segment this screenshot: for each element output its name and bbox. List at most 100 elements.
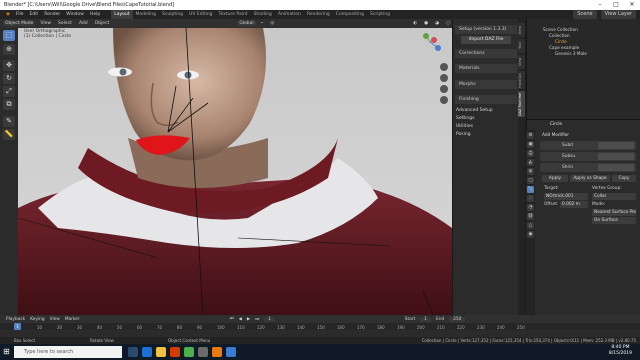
render-props-icon[interactable]: ▣ [527,141,534,148]
menu-window[interactable]: Window [63,10,87,19]
section-settings[interactable]: Settings [456,115,516,123]
scale-icon[interactable]: ⤢ [3,86,15,97]
move-icon[interactable]: ✥ [3,60,15,71]
proportional-edit-icon[interactable]: ◎ [268,21,276,26]
annotate-icon[interactable]: ✎ [3,116,15,127]
modifier-row[interactable]: Subsu [540,152,636,161]
jump-start-icon[interactable]: ⏮ [230,317,234,322]
modifier-toggles[interactable] [598,164,634,171]
character-render[interactable] [18,28,452,315]
shading-solid-icon[interactable]: ● [422,21,430,26]
add-modifier-dropdown[interactable]: Add Modifier [542,132,569,139]
modifier-props-icon[interactable]: 🔧 [527,186,534,193]
target-field[interactable]: NOrtrick.001 [544,193,588,200]
rotate-icon[interactable]: ↻ [3,73,15,84]
viewport-menu-add[interactable]: Add [77,21,90,26]
end-frame-field[interactable]: 250 [449,316,466,322]
surface-dropdown-field[interactable]: On Surface [592,217,636,224]
timeline-menu-playback[interactable]: Playback [6,317,25,322]
orientation-dropdown[interactable]: Global [237,21,256,26]
current-frame-field[interactable]: 1 [264,316,275,322]
mode-dropdown[interactable]: Object Mode [3,21,36,26]
blender-logo-icon[interactable]: ◉ [3,10,13,19]
timeline-menu-keying[interactable]: Keying [30,317,44,322]
timeline-menu-marker[interactable]: Marker [65,317,80,322]
task-view-icon[interactable] [128,347,138,357]
viewport-menu-object[interactable]: Object [93,21,112,26]
tab-sculpting[interactable]: Sculpting [159,10,186,19]
chrome-icon[interactable] [184,347,194,357]
taskbar-search-input[interactable]: Type here to search [14,346,122,358]
modifier-name[interactable]: Subsu [562,153,575,160]
snap-icon[interactable]: ⌁ [259,21,266,26]
playhead[interactable]: 1 [14,323,21,330]
tab-item[interactable]: Item [518,23,525,37]
play-reverse-icon[interactable]: ◀ [239,317,242,322]
tab-texture-paint[interactable]: Texture Paint [216,10,251,19]
section-corrections[interactable]: Corrections [455,49,517,58]
modifier-name[interactable]: Shrin [562,164,573,171]
data-props-icon[interactable]: △ [527,222,534,229]
setup-panel-header[interactable]: Setup (version 1.3.3) [455,25,517,34]
tab-modeling[interactable]: Modeling [133,10,159,19]
shading-material-icon[interactable]: ◕ [433,21,441,26]
measure-icon[interactable]: 📏 [3,129,15,140]
windows-start-icon[interactable]: ⊞ [3,347,10,356]
apply-as-shape-button[interactable]: Apply as Shape [570,175,610,182]
edge-icon[interactable] [142,347,152,357]
material-props-icon[interactable]: ◉ [527,231,534,238]
section-posing[interactable]: Posing [456,131,516,139]
play-icon[interactable]: ▶ [247,317,250,322]
store-icon[interactable] [198,347,208,357]
overlay-icon[interactable]: ◐ [411,21,419,26]
3d-viewport[interactable] [18,28,452,315]
transform-icon[interactable]: ⧉ [3,99,15,110]
tab-layout[interactable]: Layout [111,10,133,19]
viewport-menu-select[interactable]: Select [56,21,74,26]
menu-file[interactable]: File [13,10,27,19]
object-props-icon[interactable]: ▢ [527,177,534,184]
copy-button[interactable]: Copy [612,175,636,182]
jump-end-icon[interactable]: ⏭ [255,317,259,322]
timeline-menu-view[interactable]: View [50,317,60,322]
section-materials[interactable]: Materials [455,64,517,73]
menu-help[interactable]: Help [87,10,103,19]
modifier-toggles[interactable] [598,142,634,149]
vertex-group-field[interactable]: Collar [592,193,636,200]
app-icon[interactable] [226,347,236,357]
tab-shading[interactable]: Shading [251,10,275,19]
modifier-row[interactable]: Shrin [540,163,636,172]
mode-dropdown-field[interactable]: Nearest Surface Point [592,209,636,216]
offset-field[interactable]: 0.002 m [560,201,588,208]
outliner-row-genesis[interactable]: Genesis 3 Male [555,51,587,57]
maximize-icon[interactable]: □ [608,0,624,10]
viewport-menu-view[interactable]: View [38,21,53,26]
tab-tool[interactable]: Tool [518,39,525,53]
menu-render[interactable]: Render [41,10,63,19]
minimize-icon[interactable]: – [592,0,608,10]
tool-props-icon[interactable]: ⚙ [527,132,534,139]
import-daz-button[interactable]: Import DAZ File [461,36,511,44]
constraints-props-icon[interactable]: ⛓ [527,213,534,220]
tab-view[interactable]: View [518,55,525,69]
cursor-icon[interactable]: ⊕ [3,44,15,55]
section-utilities[interactable]: Utilities [456,123,516,131]
tab-uv-editing[interactable]: UV Editing [186,10,215,19]
world-props-icon[interactable]: ◍ [527,168,534,175]
office-icon[interactable] [170,347,180,357]
tab-hardops[interactable]: HardOps [518,71,525,89]
tab-animation[interactable]: Animation [275,10,304,19]
particles-props-icon[interactable]: ∴ [527,195,534,202]
start-frame-field[interactable]: 1 [420,316,432,322]
scene-props-icon[interactable]: ◭ [527,159,534,166]
close-icon[interactable]: ✕ [624,0,640,10]
modifier-row[interactable]: Subd [540,141,636,150]
scene-selector[interactable]: Scene [573,10,597,19]
shading-rendered-icon[interactable]: ○ [444,21,452,26]
taskbar-clock[interactable]: 8:40 PM 8/15/2019 [609,345,632,357]
tab-rendering[interactable]: Rendering [304,10,333,19]
section-advanced-setup[interactable]: Advanced Setup [456,107,516,115]
apply-button[interactable]: Apply [542,175,568,182]
tab-daz-runtime[interactable]: DAZ Runtime [518,91,525,117]
select-box-icon[interactable]: ⬚ [3,30,15,41]
